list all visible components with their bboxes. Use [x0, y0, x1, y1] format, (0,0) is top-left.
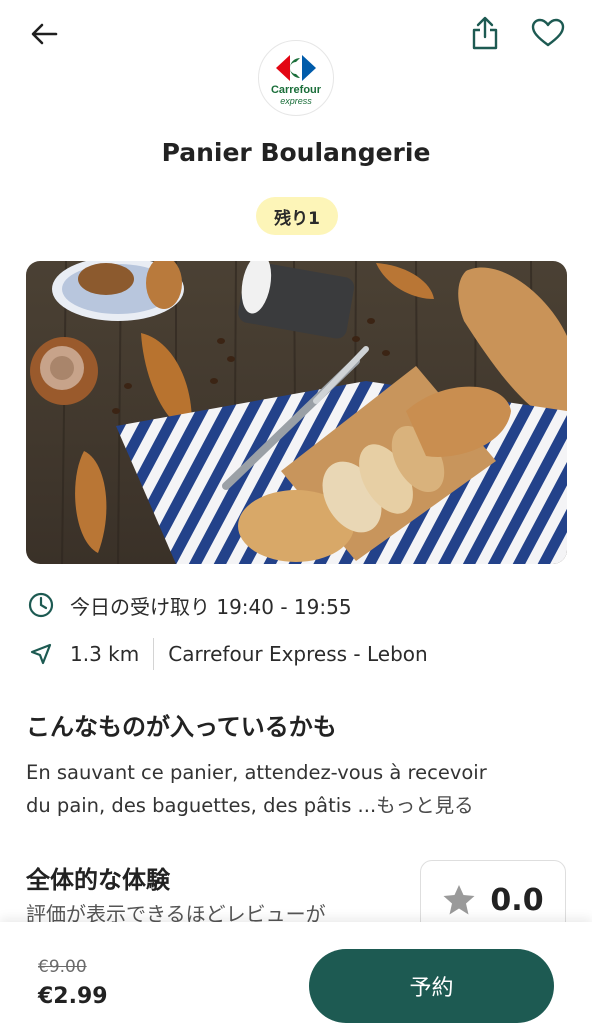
discounted-price: €2.99 — [38, 984, 108, 1009]
pickup-time-row: 今日の受け取り 19:40 - 19:55 — [26, 590, 352, 620]
rating-value: 0.0 — [490, 882, 544, 918]
logo-subtitle: express — [280, 95, 312, 106]
description-text: du pain, des baguettes, des pâtis ... — [26, 794, 377, 817]
reserve-button[interactable]: 予約 — [309, 949, 554, 1023]
contents-description: En sauvant ce panier, attendez-vous à re… — [26, 756, 566, 822]
show-more-link[interactable]: もっと見る — [376, 794, 474, 817]
bag-title: Panier Boulangerie — [161, 138, 431, 167]
favorite-button[interactable] — [526, 12, 570, 54]
clock-icon — [26, 590, 56, 620]
description-line-1: En sauvant ce panier, attendez-vous à re… — [26, 761, 487, 784]
distance-label: 1.3 km — [70, 642, 140, 666]
logo-name: Carrefour — [270, 83, 322, 96]
experience-heading: 全体的な体験 — [26, 866, 170, 894]
pickup-time-label: 今日の受け取り 19:40 - 19:55 — [70, 594, 352, 619]
carrefour-logo-icon — [276, 54, 316, 81]
navigation-arrow-icon — [26, 639, 56, 669]
divider — [153, 638, 155, 670]
store-name: Carrefour Express - Lebon — [168, 642, 428, 666]
share-icon — [472, 16, 498, 50]
contents-heading: こんなものが入っているかも — [26, 713, 337, 741]
star-icon — [443, 885, 475, 915]
share-button[interactable] — [464, 12, 506, 54]
heart-icon — [531, 18, 565, 47]
bag-hero-image — [26, 261, 567, 564]
store-logo: Carrefour express — [258, 40, 334, 116]
remaining-badge: 残り1 — [256, 197, 338, 235]
original-price: €9.00 — [38, 957, 87, 977]
bread-photo — [26, 261, 567, 564]
location-row[interactable]: 1.3 km Carrefour Express - Lebon — [26, 638, 428, 670]
arrow-left-icon — [31, 23, 58, 45]
checkout-bar: €9.00 €2.99 予約 — [0, 922, 592, 1024]
description-line-2: du pain, des baguettes, des pâtis ...もっと… — [26, 789, 566, 822]
back-button[interactable] — [22, 16, 66, 52]
